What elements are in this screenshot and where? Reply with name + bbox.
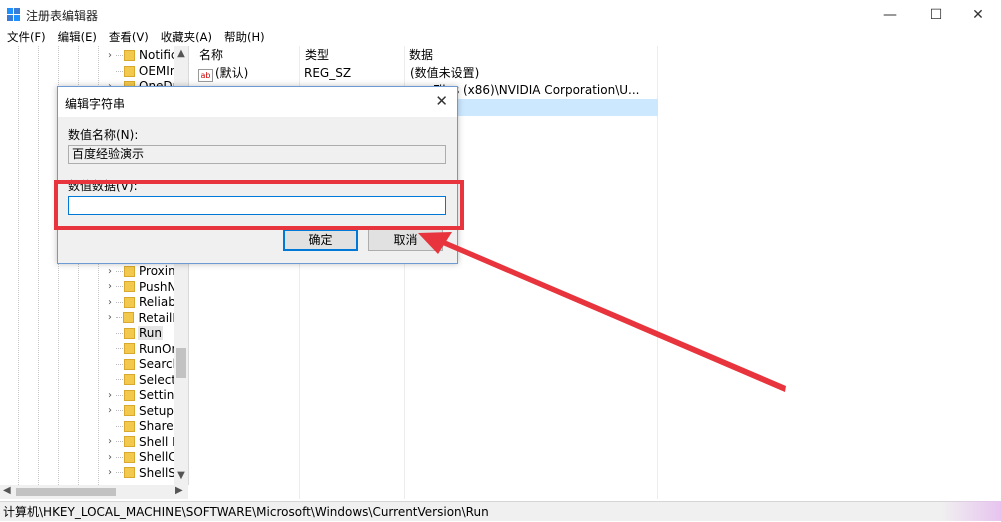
folder-icon	[124, 389, 135, 401]
chevron-right-icon[interactable]: ›	[105, 405, 115, 416]
folder-icon	[123, 312, 135, 323]
row-type-cell: REG_SZ	[304, 66, 352, 80]
string-value-icon: ab	[198, 69, 213, 82]
folder-icon	[124, 420, 135, 432]
tree-item-label: Run	[138, 326, 164, 340]
folder-icon	[124, 358, 135, 370]
chevron-right-icon[interactable]: ›	[105, 281, 115, 292]
registry-path: 计算机\HKEY_LOCAL_MACHINE\SOFTWARE\Microsof…	[3, 505, 489, 519]
menu-favorites[interactable]: 收藏夹(A)	[160, 29, 213, 45]
menu-help[interactable]: 帮助(H)	[223, 29, 266, 45]
scroll-thumb[interactable]	[16, 488, 116, 496]
folder-icon	[124, 374, 135, 385]
cancel-button[interactable]: 取消	[368, 229, 443, 251]
menu-bar: 文件(F) 编辑(E) 查看(V) 收藏夹(A) 帮助(H)	[0, 28, 1001, 46]
chevron-right-icon[interactable]: ›	[105, 452, 115, 463]
chevron-right-icon[interactable]: ›	[105, 312, 115, 323]
chevron-right-icon[interactable]: ›	[105, 266, 115, 277]
registry-editor-icon	[7, 8, 20, 21]
menu-file[interactable]: 文件(F)	[6, 29, 47, 45]
scroll-thumb[interactable]	[176, 348, 186, 378]
folder-icon	[124, 265, 135, 277]
edit-string-dialog: 编辑字符串 ✕ 数值名称(N): 百度经验演示 数值数据(V): 确定 取消	[57, 86, 458, 264]
folder-icon	[124, 405, 135, 416]
annotation-highlight-box	[54, 180, 464, 230]
folder-icon	[124, 436, 135, 447]
chevron-right-icon[interactable]: ›	[105, 50, 115, 61]
column-header-name[interactable]: 名称	[193, 46, 299, 64]
close-button[interactable]: ✕	[955, 0, 1001, 30]
column-header-data[interactable]: 数据	[403, 46, 649, 64]
chevron-right-icon[interactable]: ›	[105, 436, 115, 447]
column-header-type[interactable]: 类型	[299, 46, 405, 64]
tree-guide-line	[38, 46, 39, 485]
folder-icon	[124, 467, 135, 478]
folder-icon	[124, 49, 135, 61]
scroll-up-arrow-icon[interactable]: ▲	[174, 48, 188, 59]
scroll-right-arrow-icon[interactable]: ▶	[175, 485, 183, 496]
scroll-down-arrow-icon[interactable]: ▼	[174, 470, 188, 481]
ok-button[interactable]: 确定	[283, 229, 358, 251]
scroll-left-arrow-icon[interactable]: ◀	[3, 485, 11, 496]
minimize-button[interactable]: —	[867, 0, 913, 30]
status-bar: 计算机\HKEY_LOCAL_MACHINE\SOFTWARE\Microsof…	[0, 501, 1001, 521]
folder-icon	[124, 281, 135, 292]
tree-guide-line	[18, 46, 19, 485]
tree-item-label: Setup	[139, 403, 174, 418]
folder-icon	[124, 327, 135, 339]
tree-horizontal-scrollbar[interactable]: ◀ ▶	[0, 485, 188, 499]
chevron-right-icon[interactable]: ›	[105, 390, 115, 401]
row-data-cell: (数值未设置)	[410, 66, 480, 80]
dialog-close-icon[interactable]: ✕	[435, 92, 448, 110]
folder-icon	[124, 296, 135, 308]
dialog-title: 编辑字符串	[65, 97, 126, 111]
folder-icon	[124, 343, 135, 354]
folder-icon	[124, 451, 135, 463]
resize-grip[interactable]	[941, 501, 1001, 521]
value-name-label: 数值名称(N):	[68, 128, 139, 142]
window-title: 注册表编辑器	[26, 9, 99, 23]
value-name-field: 百度经验演示	[68, 145, 446, 164]
chevron-right-icon[interactable]: ›	[105, 297, 115, 308]
title-bar: 注册表编辑器 — ☐ ✕	[0, 0, 1001, 30]
menu-view[interactable]: 查看(V)	[108, 29, 150, 45]
row-name-cell: ab (默认)	[198, 65, 298, 82]
menu-edit[interactable]: 编辑(E)	[57, 29, 98, 45]
maximize-button[interactable]: ☐	[913, 0, 959, 30]
chevron-right-icon[interactable]: ›	[105, 467, 115, 478]
folder-icon	[123, 65, 135, 77]
table-row[interactable]: ab (默认) REG_SZ (数值未设置)	[193, 65, 658, 82]
